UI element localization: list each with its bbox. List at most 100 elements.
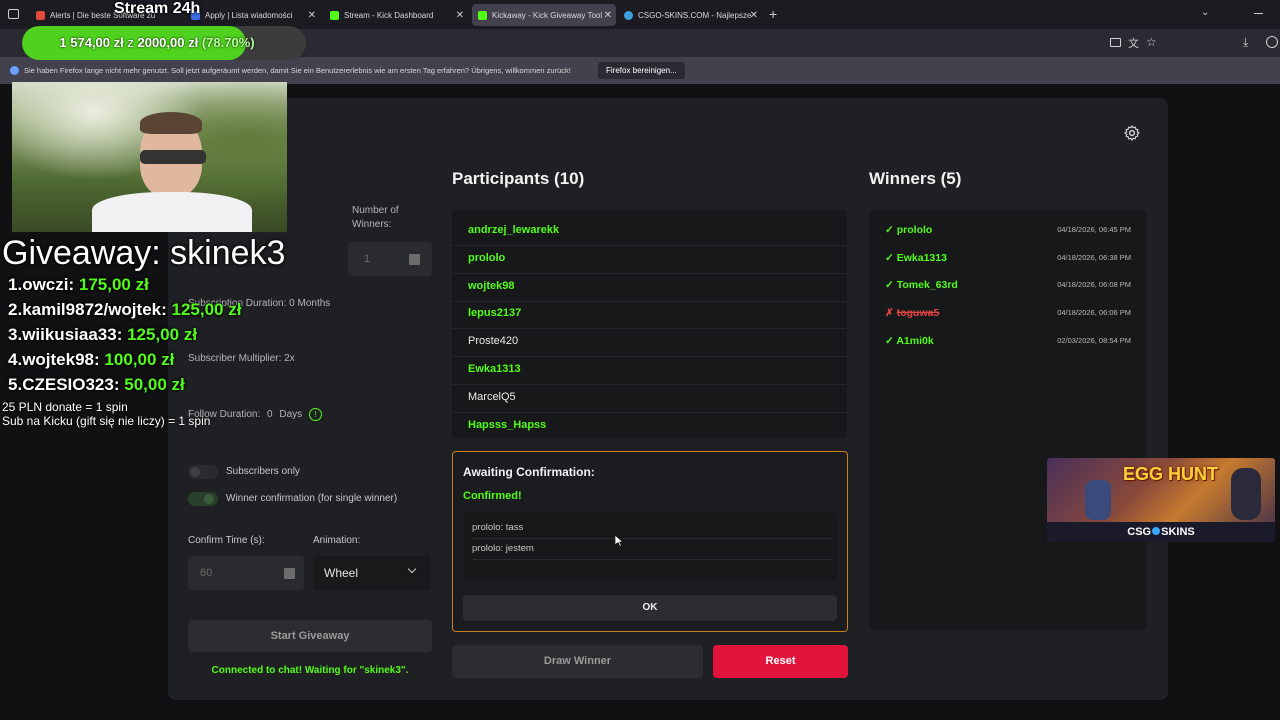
subscribers-only-label: Subscribers only <box>226 466 300 477</box>
stepper-icon[interactable] <box>284 568 295 579</box>
winners-list: ✓ prololo 04/18/2026, 06:45 PM ✓ Ewka131… <box>869 210 1146 630</box>
donor-name: CZESIO323: <box>22 375 120 394</box>
winner-row[interactable]: ✓ A1mi0k 02/03/2026, 08:54 PM <box>885 335 1131 347</box>
winner-name: A1mi0k <box>896 335 934 347</box>
chat-message: prololo: tass <box>472 522 524 533</box>
winner-row[interactable]: ✓ Ewka1313 04/18/2026, 06:38 PM <box>885 252 1131 264</box>
list-item[interactable]: andrzej_lewarekk <box>468 224 559 236</box>
donation-goal: 2000,00 zł <box>137 35 199 50</box>
account-icon[interactable] <box>1266 36 1278 48</box>
firefox-refresh-button[interactable]: Firefox bereinigen... <box>598 62 685 79</box>
animation-label: Animation: <box>313 535 361 546</box>
list-item[interactable]: Hapsss_Hapss <box>468 419 546 431</box>
list-item[interactable]: lepus2137 <box>468 307 521 319</box>
close-icon[interactable]: ✕ <box>750 10 758 21</box>
rank-number: 1. <box>8 275 23 294</box>
list-item[interactable]: prololo <box>468 252 505 264</box>
donation-current: 1 574,00 zł <box>59 35 124 50</box>
tab-kick-dashboard[interactable]: Stream - Kick Dashboard ✕ <box>324 4 468 26</box>
check-icon: ✓ <box>885 224 894 236</box>
confirm-time-input[interactable]: 60 <box>188 556 304 590</box>
check-icon: ✓ <box>885 252 894 264</box>
tab-apply[interactable]: Apply | Lista wiadomości ✕ <box>185 4 320 26</box>
confirm-time-value: 60 <box>200 567 213 579</box>
webcam-feed <box>12 82 287 232</box>
donor-name: owczi: <box>22 275 75 294</box>
reader-view-icon[interactable] <box>1110 38 1121 47</box>
winner-confirmation-toggle[interactable] <box>188 492 218 506</box>
translate-icon[interactable]: 文 <box>1128 35 1139 51</box>
close-icon[interactable]: ✕ <box>308 10 316 21</box>
subscribers-only-toggle[interactable] <box>188 465 218 479</box>
downloads-icon[interactable]: ⤓ <box>1243 35 1248 50</box>
egg-hunt-title: EGG HUNT <box>1123 464 1219 484</box>
info-icon[interactable]: ! <box>308 408 322 421</box>
donation-connector: z <box>127 35 134 50</box>
rule-line: 25 PLN donate = 1 spin <box>2 400 128 414</box>
animation-select[interactable]: Wheel <box>313 556 431 590</box>
chat-messages: prololo: tass prololo: jestem <box>463 512 837 580</box>
new-tab-button[interactable]: + <box>769 6 777 22</box>
divider <box>452 356 846 357</box>
chat-message: prololo: jestem <box>472 543 534 554</box>
minimize-icon[interactable] <box>1254 13 1263 14</box>
close-icon[interactable]: ✕ <box>604 10 612 21</box>
brand-part: CSG <box>1127 526 1152 538</box>
stream-title: Stream 24h <box>114 0 201 17</box>
confirmation-box: Awaiting Confirmation: Confirmed! prolol… <box>452 451 848 632</box>
list-item[interactable]: wojtek98 <box>468 280 514 292</box>
bookmark-star-icon[interactable]: ☆ <box>1146 35 1157 49</box>
list-item[interactable]: Ewka1313 <box>468 363 521 375</box>
list-item[interactable]: Proste420 <box>468 335 518 347</box>
egg-hunt-sponsor-banner: EGG HUNT CSG SKINS <box>1047 458 1275 542</box>
winner-date: 04/18/2026, 06:06 PM <box>1057 308 1131 317</box>
winner-date: 04/18/2026, 06:38 PM <box>1057 253 1131 262</box>
winner-date: 02/03/2026, 08:54 PM <box>1057 336 1131 345</box>
sponsor-footer: CSG SKINS <box>1047 522 1275 542</box>
leaderboard-row: 2.kamil9872/wojtek: 125,00 zł <box>8 300 241 320</box>
winner-date: 04/18/2026, 06:45 PM <box>1057 225 1131 234</box>
number-of-winners-label: Number of Winners: <box>352 205 399 230</box>
donor-amount: 125,00 zł <box>171 300 242 319</box>
tab-list-chevron-icon[interactable]: ⌄ <box>1201 7 1209 18</box>
tab-csgo-skins[interactable]: CSGO-SKINS.COM - Najlepsze ✕ <box>618 4 762 26</box>
winner-row-rejected[interactable]: ✗ toguwa5 04/18/2026, 06:06 PM <box>885 307 1131 319</box>
firefox-notification-bar: Sie haben Firefox lange nicht mehr genut… <box>0 57 1280 84</box>
reset-button[interactable]: Reset <box>713 645 848 678</box>
donation-goal-bar: 1 574,00 zł z 2000,00 zł (78.70%) <box>22 26 306 60</box>
winner-row[interactable]: ✓ Tomek_63rd 04/18/2026, 06:08 PM <box>885 279 1131 291</box>
divider <box>452 328 846 329</box>
close-icon[interactable]: ✕ <box>456 10 464 21</box>
tab-kickaway[interactable]: Kickaway - Kick Giveaway Tool ✕ <box>472 4 616 26</box>
chevron-down-icon <box>407 564 417 574</box>
winners-title: Winners (5) <box>869 169 962 188</box>
kickaway-app: Number of Winners: 1 Subscription Durati… <box>168 98 1168 700</box>
confirmation-status: Confirmed! <box>463 490 522 502</box>
winner-row[interactable]: ✓ prololo 04/18/2026, 06:45 PM <box>885 224 1131 236</box>
participants-list[interactable]: andrzej_lewarekk prololo wojtek98 lepus2… <box>452 210 847 438</box>
ok-button[interactable]: OK <box>463 595 837 621</box>
follow-duration-unit: Days <box>279 409 303 420</box>
rank-number: 3. <box>8 325 23 344</box>
donor-amount: 100,00 zł <box>104 350 175 369</box>
confirmation-title: Awaiting Confirmation: <box>463 465 595 479</box>
character-right <box>1231 468 1261 520</box>
donor-name: wiikusiaa33: <box>22 325 123 344</box>
favicon-icon <box>36 10 45 20</box>
notification-text: Sie haben Firefox lange nicht mehr genut… <box>24 66 571 75</box>
stepper-icon[interactable] <box>409 254 420 265</box>
cross-icon: ✗ <box>885 307 894 319</box>
draw-winner-button[interactable]: Draw Winner <box>452 645 703 678</box>
check-icon: ✓ <box>885 279 894 291</box>
person-shirt <box>92 192 252 232</box>
list-item[interactable]: MarcelQ5 <box>468 391 516 403</box>
divider <box>452 384 846 385</box>
gear-icon[interactable] <box>1123 124 1141 142</box>
number-of-winners-input[interactable]: 1 <box>348 242 432 276</box>
number-of-winners-value: 1 <box>364 253 371 265</box>
divider <box>452 245 846 246</box>
start-giveaway-button[interactable]: Start Giveaway <box>188 620 432 652</box>
kick-favicon-icon <box>478 10 487 20</box>
divider <box>452 301 846 302</box>
tab-overview-icon[interactable] <box>8 9 19 19</box>
